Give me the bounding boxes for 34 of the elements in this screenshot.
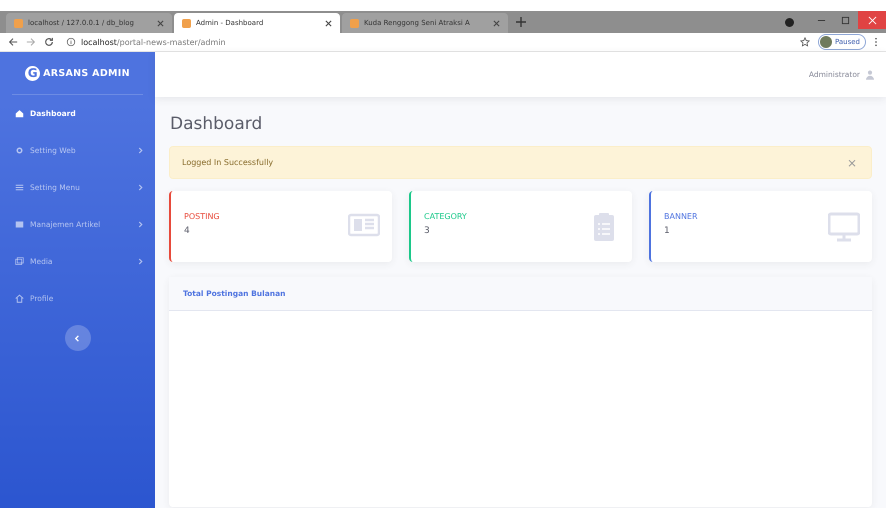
avatar: [820, 36, 832, 48]
back-icon[interactable]: [8, 37, 18, 47]
brand-name: ARSANS ADMIN: [43, 68, 130, 78]
favicon-icon: [14, 18, 23, 28]
card-value: 1: [664, 226, 671, 236]
card-label: POSTING: [184, 212, 220, 220]
menu-icon[interactable]: [874, 37, 878, 47]
card-label: BANNER: [664, 212, 698, 220]
gear-icon: [15, 146, 24, 155]
star-icon[interactable]: [800, 37, 810, 47]
record-icon[interactable]: [785, 18, 794, 26]
card-label: CATEGORY: [424, 212, 467, 220]
close-button[interactable]: ×: [844, 156, 859, 170]
sidebar-toggle-button[interactable]: [64, 325, 90, 351]
new-tab-icon[interactable]: [516, 17, 526, 27]
alert-message: Logged In Successfully: [182, 158, 274, 167]
card-value: 3: [424, 226, 431, 236]
reload-icon[interactable]: [44, 37, 54, 47]
brand-logo: G: [25, 66, 40, 80]
list-icon: [15, 183, 24, 192]
url-text: localhost/portal-news-master/admin: [81, 38, 226, 46]
card-value: 4: [184, 226, 191, 236]
page-title: Dashboard: [170, 114, 264, 134]
favicon-icon: [350, 18, 359, 28]
address-field[interactable]: localhost/portal-news-master/admin: [62, 34, 792, 50]
house-icon: [15, 109, 24, 118]
monitor-icon: [828, 212, 860, 242]
images-icon: [15, 257, 24, 266]
house-icon: [15, 294, 24, 303]
close-icon[interactable]: [325, 20, 332, 26]
forward-icon[interactable]: [26, 37, 36, 47]
favicon-icon: [182, 18, 191, 28]
chevron-left-icon: [74, 334, 81, 342]
info-icon: [66, 37, 76, 47]
